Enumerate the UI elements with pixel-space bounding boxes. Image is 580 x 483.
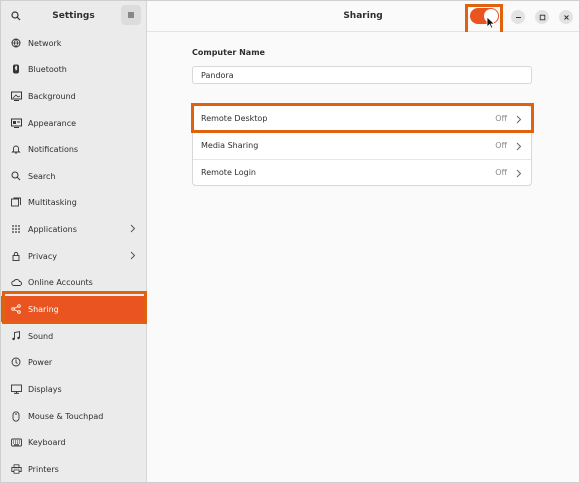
- power-icon: [10, 356, 22, 368]
- sidebar-item-keyboard[interactable]: Keyboard: [1, 429, 146, 455]
- chevron-right-icon: [130, 251, 136, 260]
- remote-desktop-highlight-box: [191, 103, 534, 133]
- sidebar-item-label: Privacy: [28, 251, 57, 261]
- sidebar-item-label: Keyboard: [28, 437, 66, 447]
- display-icon: [10, 383, 22, 395]
- printer-icon: [10, 463, 22, 475]
- menu-button[interactable]: [121, 5, 141, 25]
- sidebar-item-printers[interactable]: Printers: [1, 456, 146, 482]
- row-label: Remote Login: [201, 168, 256, 177]
- sidebar-item-label: Multitasking: [28, 197, 77, 207]
- sidebar-item-displays[interactable]: Displays: [1, 376, 146, 402]
- search-button[interactable]: [6, 6, 26, 26]
- cloud-icon: [10, 276, 22, 288]
- sidebar-item-label: Notifications: [28, 144, 79, 154]
- sidebar-item-label: Sound: [28, 331, 54, 341]
- appearance-icon: [10, 117, 22, 129]
- computer-name-label: Computer Name: [192, 48, 265, 57]
- sidebar-item-multitasking[interactable]: Multitasking: [1, 189, 146, 215]
- sidebar-item-label: Network: [28, 38, 62, 48]
- mouse-cursor-icon: [486, 16, 495, 29]
- computer-name-field[interactable]: Pandora: [192, 66, 532, 84]
- settings-window: Settings Network Bluetooth Background Ap…: [0, 0, 580, 483]
- maximize-icon: [539, 14, 545, 20]
- sidebar-item-label: Power: [28, 357, 53, 367]
- mouse-icon: [10, 410, 22, 422]
- sidebar-item-label: Search: [28, 171, 56, 181]
- apps-grid-icon: [10, 223, 22, 235]
- multitasking-icon: [10, 196, 22, 208]
- sidebar-item-label: Printers: [28, 464, 59, 474]
- sidebar-item-notifications[interactable]: Notifications: [1, 136, 146, 162]
- chevron-right-icon: [130, 224, 136, 233]
- sidebar-item-label: Online Accounts: [28, 277, 93, 287]
- sidebar-item-background[interactable]: Background: [1, 83, 146, 109]
- network-icon: [10, 37, 22, 49]
- media-sharing-row[interactable]: Media Sharing Off: [193, 132, 531, 159]
- search-icon: [11, 11, 21, 21]
- sidebar-item-label: Displays: [28, 384, 62, 394]
- minimize-icon: [515, 16, 521, 18]
- sharing-content: Computer Name Pandora Remote Desktop Off…: [147, 32, 579, 482]
- music-note-icon: [10, 330, 22, 342]
- hamburger-icon: [128, 12, 134, 18]
- sidebar-item-search[interactable]: Search: [1, 163, 146, 189]
- sidebar-item-label: Background: [28, 91, 76, 101]
- sidebar-header: Settings: [1, 1, 146, 31]
- sidebar-item-label: Appearance: [28, 118, 77, 128]
- sidebar-item-mouse-touchpad[interactable]: Mouse & Touchpad: [1, 403, 146, 429]
- sidebar-item-label: Mouse & Touchpad: [28, 411, 104, 421]
- sidebar-item-bluetooth[interactable]: Bluetooth: [1, 56, 146, 82]
- sidebar-item-applications[interactable]: Applications: [1, 216, 146, 242]
- sidebar-item-network[interactable]: Network: [1, 30, 146, 56]
- sidebar-item-appearance[interactable]: Appearance: [1, 110, 146, 136]
- chevron-right-icon: [516, 169, 522, 178]
- minimize-button[interactable]: [511, 10, 525, 24]
- header-bar: Sharing: [147, 1, 579, 36]
- row-status: Off: [495, 168, 507, 177]
- close-button[interactable]: [559, 10, 573, 24]
- sidebar-item-privacy[interactable]: Privacy: [1, 243, 146, 269]
- keyboard-icon: [10, 436, 22, 448]
- sidebar: Settings Network Bluetooth Background Ap…: [1, 1, 147, 482]
- lock-icon: [10, 250, 22, 262]
- maximize-button[interactable]: [535, 10, 549, 24]
- bluetooth-icon: [10, 63, 22, 75]
- row-label: Media Sharing: [201, 141, 259, 150]
- sidebar-item-label: Applications: [28, 224, 77, 234]
- sidebar-item-sound[interactable]: Sound: [1, 323, 146, 349]
- sidebar-highlight-box: [2, 291, 147, 324]
- chevron-right-icon: [516, 142, 522, 151]
- bell-icon: [10, 143, 22, 155]
- background-icon: [10, 90, 22, 102]
- search-icon: [10, 170, 22, 182]
- close-icon: [563, 14, 569, 20]
- remote-login-row[interactable]: Remote Login Off: [193, 159, 531, 186]
- sidebar-item-label: Bluetooth: [28, 64, 67, 74]
- row-status: Off: [495, 141, 507, 150]
- sidebar-item-power[interactable]: Power: [1, 349, 146, 375]
